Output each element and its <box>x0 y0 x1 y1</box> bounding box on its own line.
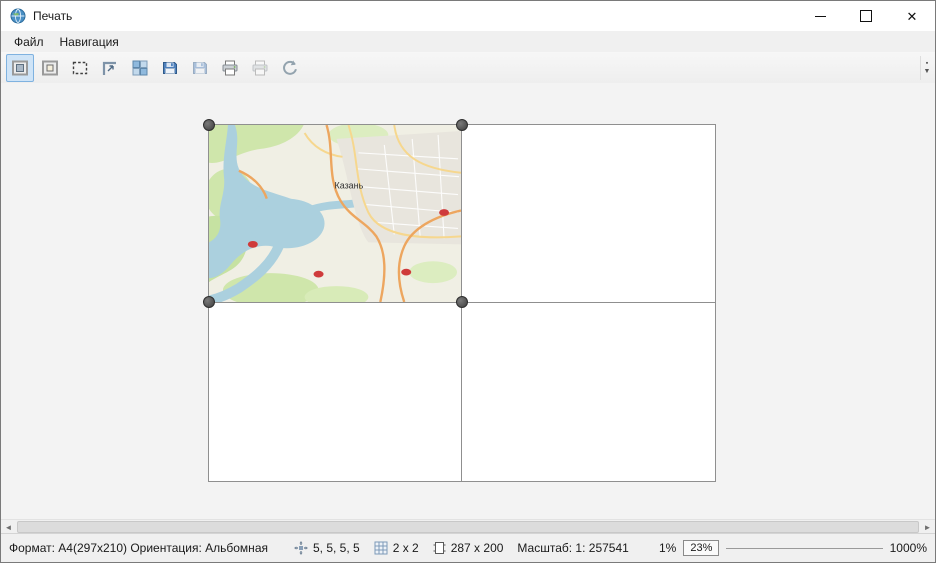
overflow-bar-icon: ▪ <box>926 60 928 67</box>
toolbar: ▪ ▼ <box>1 52 935 84</box>
page-cell-empty-bottom-right <box>462 303 715 481</box>
maximize-button[interactable] <box>843 1 889 31</box>
globe-icon <box>10 8 26 24</box>
refresh-icon <box>281 59 299 77</box>
scrollbar-thumb[interactable] <box>17 521 919 533</box>
menubar: Файл Навигация <box>1 31 935 52</box>
arrow-right-icon: ► <box>924 523 932 532</box>
zoom-slider-track[interactable] <box>726 548 882 549</box>
zoom-control: 1% 23% 1000% <box>659 540 927 556</box>
zoom-value-box[interactable]: 23% <box>683 540 719 556</box>
split-pages-button[interactable] <box>126 54 154 82</box>
margins-status: 5, 5, 5, 5 <box>294 541 360 555</box>
margins-value: 5, 5, 5, 5 <box>313 541 360 555</box>
corner-ruler-icon <box>101 59 119 77</box>
maximize-icon <box>860 10 872 22</box>
page-grid: Казань <box>208 124 716 482</box>
page-size-icon <box>433 541 446 555</box>
page-cell-empty-top-right <box>462 125 715 303</box>
horizontal-scrollbar[interactable]: ◄ ► <box>1 519 935 534</box>
zoom-max-label: 1000% <box>890 541 927 555</box>
page-size-status: 287 x 200 <box>433 541 504 555</box>
resize-handle-top-right[interactable] <box>456 119 468 131</box>
window-title: Печать <box>33 9 72 23</box>
save-image-button[interactable] <box>186 54 214 82</box>
close-icon: ✕ <box>907 10 918 23</box>
framed-page-icon <box>11 59 29 77</box>
printer-icon <box>221 59 239 77</box>
menu-file[interactable]: Файл <box>6 33 52 51</box>
print-button[interactable] <box>216 54 244 82</box>
dashed-selection-icon <box>71 59 89 77</box>
scroll-left-button[interactable]: ◄ <box>1 520 16 534</box>
floppy-save-gray-icon <box>191 59 209 77</box>
save-button[interactable] <box>156 54 184 82</box>
grid-icon <box>374 541 388 555</box>
grid-value: 2 x 2 <box>393 541 419 555</box>
format-status-text: Формат: A4(297x210) Ориентация: Альбомна… <box>9 541 268 555</box>
printer-gray-icon <box>251 59 269 77</box>
resize-handle-top-left[interactable] <box>203 119 215 131</box>
minimize-icon <box>815 16 826 17</box>
map-city-label: Казань <box>335 181 364 191</box>
refresh-button[interactable] <box>276 54 304 82</box>
print-window: Печать ✕ Файл Навигация <box>0 0 936 563</box>
arrow-left-icon: ◄ <box>5 523 13 532</box>
window-controls: ✕ <box>797 1 935 31</box>
floppy-save-icon <box>161 59 179 77</box>
tiles-icon <box>131 59 149 77</box>
zoom-min-label: 1% <box>659 541 676 555</box>
select-region-button[interactable] <box>66 54 94 82</box>
scrollbar-track[interactable] <box>16 520 920 534</box>
chevron-down-icon: ▼ <box>924 68 931 75</box>
preview-area: Казань <box>1 83 935 520</box>
resize-handle-bottom-left[interactable] <box>203 296 215 308</box>
scale-status-text: Масштаб: 1: 257541 <box>517 541 628 555</box>
scroll-right-button[interactable]: ► <box>920 520 935 534</box>
menu-navigation[interactable]: Навигация <box>52 33 127 51</box>
resize-handle-bottom-right[interactable] <box>456 296 468 308</box>
map-preview: Казань <box>209 125 461 302</box>
statusbar: Формат: A4(297x210) Ориентация: Альбомна… <box>1 533 935 562</box>
print-setup-button[interactable] <box>246 54 274 82</box>
inner-frame-icon <box>41 59 59 77</box>
grid-status: 2 x 2 <box>374 541 419 555</box>
minimize-button[interactable] <box>797 1 843 31</box>
page-cell-empty-bottom-left <box>209 303 462 481</box>
close-button[interactable]: ✕ <box>889 1 935 31</box>
resize-region-button[interactable] <box>96 54 124 82</box>
page-cell-map[interactable]: Казань <box>209 125 462 303</box>
page-size-value: 287 x 200 <box>451 541 504 555</box>
titlebar: Печать ✕ <box>1 1 935 31</box>
visible-area-button[interactable] <box>36 54 64 82</box>
toolbar-overflow-button[interactable]: ▪ ▼ <box>920 56 933 80</box>
whole-map-button[interactable] <box>6 54 34 82</box>
margins-icon <box>294 541 308 555</box>
